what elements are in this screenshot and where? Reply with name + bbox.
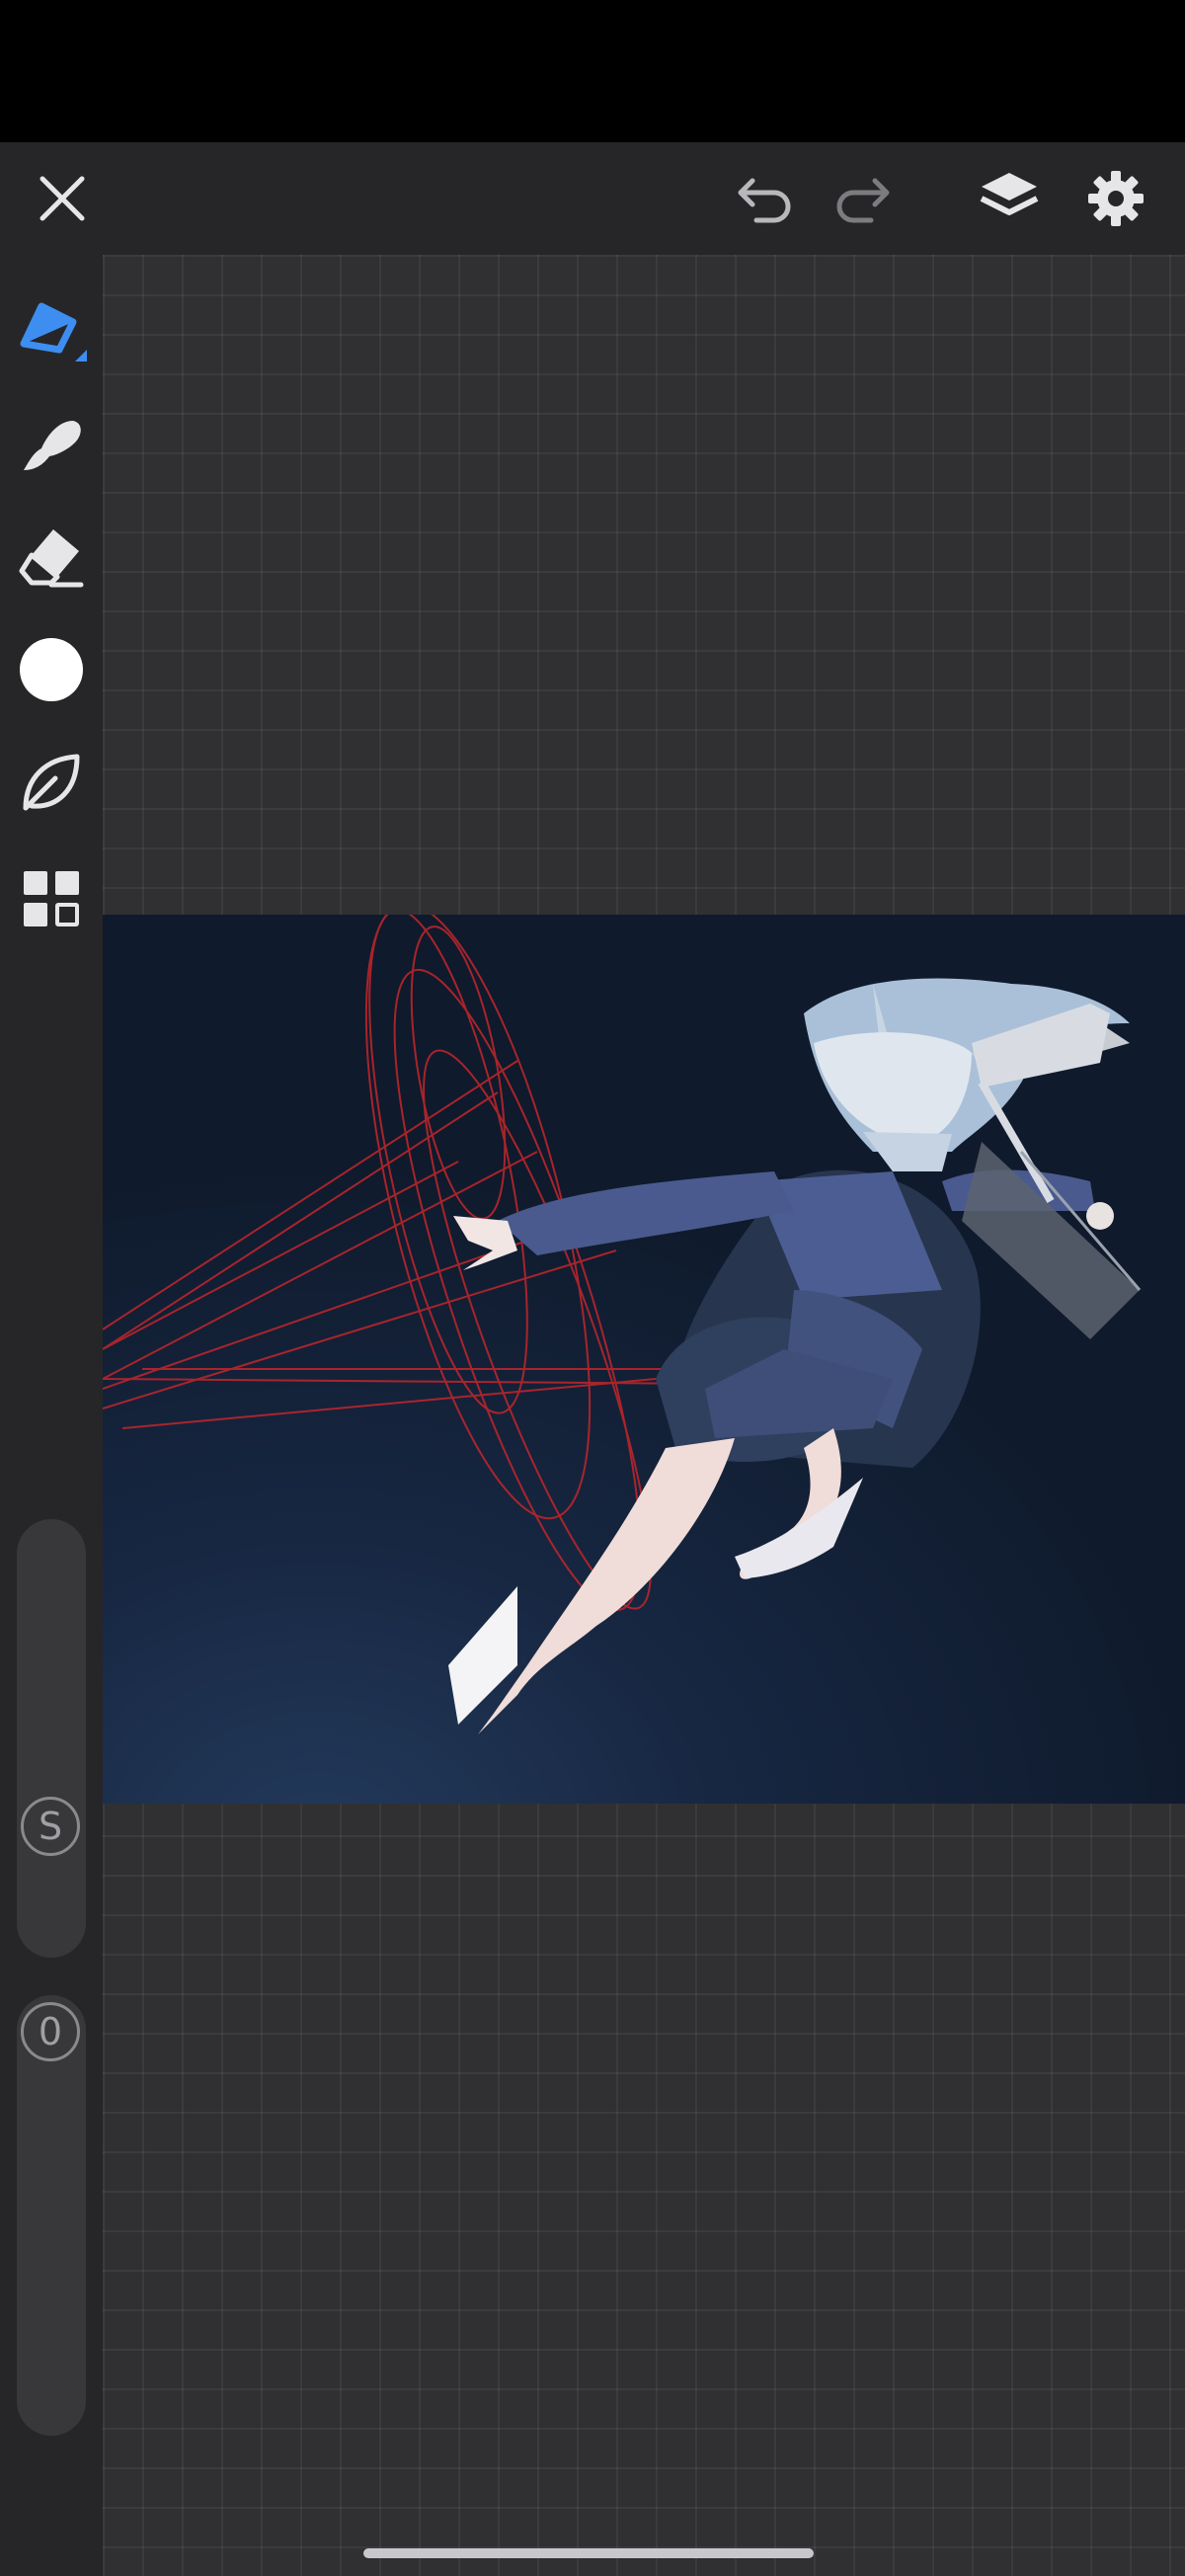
redo-button[interactable] [818, 155, 905, 242]
brush-tool-button[interactable] [8, 401, 95, 488]
pen-tool-button[interactable] [8, 288, 95, 375]
artwork-canvas[interactable] [103, 915, 1185, 1804]
size-slider-label: S [38, 1805, 63, 1848]
smudge-tool-button[interactable] [8, 739, 95, 826]
settings-button[interactable] [1072, 155, 1159, 242]
close-icon [40, 176, 85, 221]
opacity-slider-label: 0 [38, 2010, 63, 2053]
pen-tool-icon [20, 302, 87, 362]
artwork-illustration [103, 915, 1142, 1734]
undo-icon [738, 178, 791, 223]
eraser-tool-button[interactable] [8, 514, 95, 601]
close-button[interactable] [19, 155, 106, 242]
home-indicator [363, 2548, 814, 2558]
opacity-slider-badge: 0 [18, 1999, 83, 2064]
eraser-tool-icon [19, 529, 84, 588]
status-bar [0, 0, 1185, 142]
redo-icon [836, 178, 890, 223]
more-tools-button[interactable] [8, 855, 95, 942]
grid-menu-icon [24, 871, 79, 926]
character-figure [448, 978, 1142, 1734]
brush-tool-icon [24, 421, 81, 470]
layers-button[interactable] [966, 155, 1053, 242]
leaf-tool-icon [23, 754, 80, 811]
color-swatch-icon [20, 638, 83, 701]
brush-size-slider[interactable] [17, 1519, 86, 1958]
gear-icon [1088, 171, 1144, 226]
size-slider-badge: S [18, 1794, 83, 1859]
color-button[interactable] [8, 626, 95, 713]
layers-icon [980, 173, 1039, 215]
undo-button[interactable] [723, 155, 810, 242]
